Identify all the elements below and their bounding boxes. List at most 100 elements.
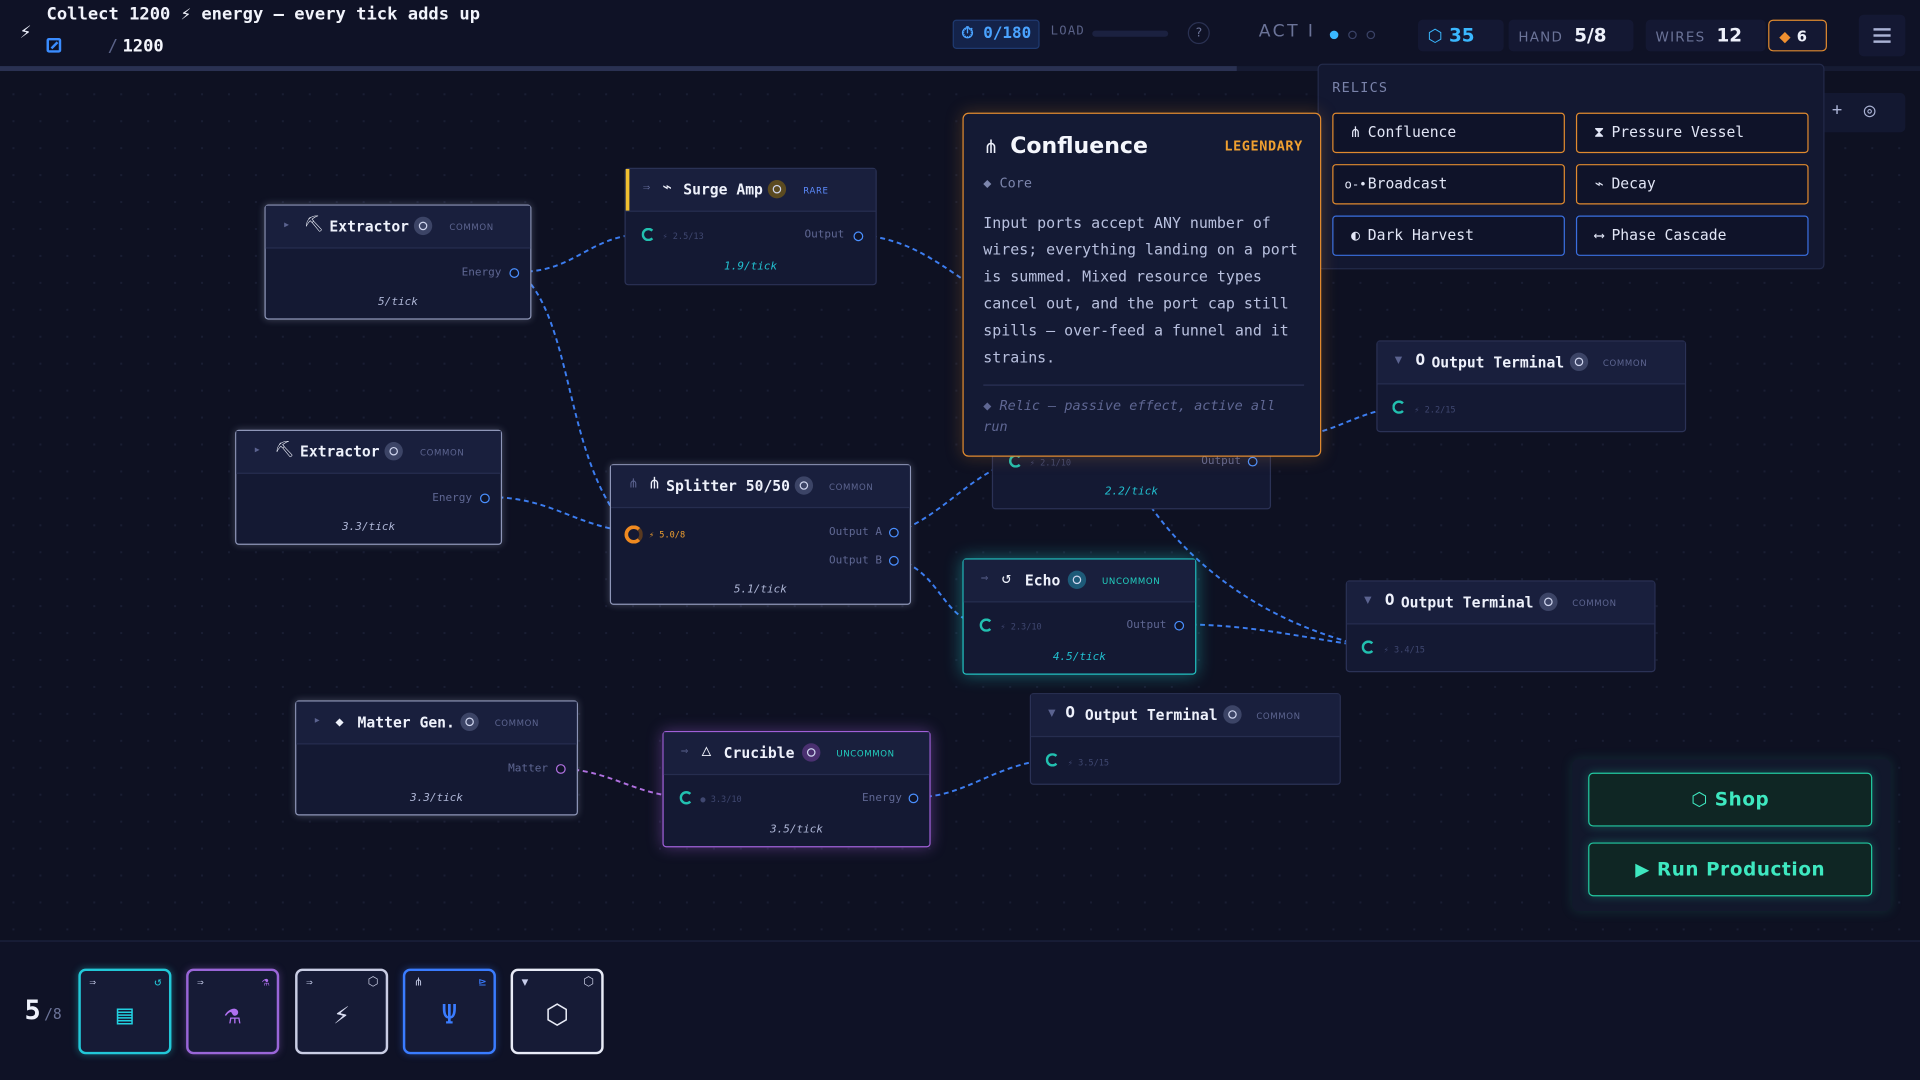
relic-dark-harvest[interactable]: ◐ Dark Harvest: [1332, 215, 1565, 256]
action-panel: ⬡ Shop ▶ Run Production: [1572, 759, 1891, 912]
output-port-a[interactable]: [888, 527, 899, 538]
relic-label: Dark Harvest: [1367, 226, 1474, 244]
input-value: ● 3.3/10: [700, 794, 742, 805]
hand-card[interactable]: ⇒ ⬡ ⚡: [295, 968, 389, 1055]
output-port-b[interactable]: [888, 555, 899, 566]
node-header[interactable]: ▼ O Output Terminal COMMON: [1031, 694, 1340, 738]
node-extractor[interactable]: ▸ ⛏ Extractor COMMON Energy 5/tick: [264, 204, 532, 320]
relic-broadcast[interactable]: o-•Broadcast: [1332, 164, 1565, 205]
output-port[interactable]: [853, 231, 864, 242]
card-badge-icon: ⬡: [367, 975, 379, 990]
node-crucible[interactable]: ⇒ △ Crucible UNCOMMON ● 3.3/10 Energy 3.…: [662, 731, 931, 848]
node-header[interactable]: ▼ O Output Terminal COMMON: [1346, 581, 1655, 625]
rarity-label: UNCOMMON: [1102, 576, 1161, 587]
hand-card[interactable]: ⇒ ⚗ ⚗: [186, 968, 280, 1055]
card-main-icon: ⚗: [224, 1000, 241, 1032]
hand-stat: HAND 5/8: [1508, 19, 1634, 52]
rarity-label: COMMON: [1602, 358, 1648, 369]
zoom-in-button[interactable]: +: [1832, 100, 1842, 120]
node-header[interactable]: ▼ O Output Terminal COMMON: [1377, 341, 1685, 385]
node-header[interactable]: ⋔ ⋔ Splitter 50/50 COMMON: [611, 465, 910, 509]
card-input-icon: ▼: [521, 977, 529, 990]
gear-icon: [384, 442, 403, 461]
hand-card[interactable]: ⋔ ⊵ Ψ: [402, 968, 496, 1055]
node-rate: 3.3/tick: [409, 792, 464, 805]
port-label: Output: [1201, 455, 1242, 468]
hand-value: 5/8: [1574, 24, 1607, 47]
relic-confluence[interactable]: ⋔ Confluence: [1332, 112, 1565, 154]
node-echo[interactable]: ⇒ ↺ Echo UNCOMMON ⚡ 2.3/10 Output 4.5/ti…: [962, 558, 1197, 675]
output-port[interactable]: [480, 493, 490, 504]
node-rate: 3.5/tick: [769, 824, 824, 837]
center-view-button[interactable]: ◎: [1864, 98, 1876, 121]
input-ring[interactable]: [624, 525, 643, 544]
node-output-terminal[interactable]: ▼ O Output Terminal COMMON ⚡ 3.4/15: [1345, 580, 1656, 673]
act-label: ACT I: [1258, 22, 1316, 42]
relic-label: Broadcast: [1367, 175, 1448, 193]
help-button[interactable]: ?: [1187, 22, 1210, 45]
run-progress-fill: [0, 66, 1237, 72]
bolt-badge-icon: [767, 180, 787, 199]
wire[interactable]: [1182, 623, 1367, 648]
card-badge-icon: ↺: [154, 975, 162, 990]
expand-arrow-icon[interactable]: ▸: [253, 443, 260, 456]
relic-decay[interactable]: ⌁ Decay: [1575, 164, 1809, 205]
wires-value: 12: [1716, 24, 1743, 47]
confluence-icon: ⋔: [983, 135, 999, 158]
tooltip-divider: [983, 384, 1305, 386]
card-badge-icon: ⚗: [262, 975, 270, 990]
node-surge-amp[interactable]: ⇒ ⌁ Surge Amp RARE ⚡ 2.5/13 Output 1.9/t…: [624, 167, 877, 286]
shop-button[interactable]: ⬡ Shop: [1588, 772, 1873, 827]
node-rate: 4.5/tick: [1052, 651, 1106, 664]
menu-button[interactable]: [1858, 14, 1906, 57]
node-title: Extractor: [300, 443, 380, 461]
relic-pressure-vessel[interactable]: ⧗ Pressure Vessel: [1575, 112, 1809, 154]
expand-arrow-icon[interactable]: ▸: [313, 714, 320, 727]
node-header[interactable]: ⇒ ↺ Echo UNCOMMON: [963, 559, 1196, 603]
node-matter-gen[interactable]: ▸ ◆ Matter Gen. COMMON Matter 3.3/tick: [295, 700, 578, 816]
output-port[interactable]: [1174, 620, 1185, 631]
tooltip-type: ◆ Core: [983, 175, 1032, 192]
wire[interactable]: [863, 234, 971, 285]
node-header[interactable]: ⇒ △ Crucible UNCOMMON: [663, 732, 930, 776]
rarity-label: COMMON: [1572, 598, 1617, 609]
hand-card[interactable]: ⇒ ↺ ▤: [78, 968, 172, 1055]
node-output-terminal[interactable]: ▼ O Output Terminal COMMON ⚡ 2.2/15: [1376, 340, 1687, 433]
diamond-icon: ◆: [335, 713, 344, 730]
node-splitter[interactable]: ⋔ ⋔ Splitter 50/50 COMMON ⚡ 5.0/8 Output…: [609, 464, 912, 605]
input-ring[interactable]: [679, 791, 694, 805]
port-label: Output A: [828, 526, 883, 539]
relic-phase-cascade[interactable]: ⟷ Phase Cascade: [1575, 215, 1809, 256]
output-port[interactable]: [908, 793, 919, 804]
expand-arrow-icon[interactable]: ▸: [283, 218, 290, 231]
node-output-terminal[interactable]: ▼ O Output Terminal COMMON ⚡ 3.5/15: [1029, 693, 1341, 785]
node-header[interactable]: ▸ ⛏ Extractor COMMON: [265, 205, 531, 249]
pickaxe-icon: ⛏: [303, 215, 324, 234]
relics-title: RELICS: [1332, 79, 1389, 96]
output-port[interactable]: [1247, 456, 1258, 467]
input-ring[interactable]: [1392, 400, 1406, 414]
node-header[interactable]: ⇒ ⌁ Surge Amp RARE: [625, 168, 876, 212]
confluence-icon: ⋔: [1349, 123, 1362, 141]
card-input-icon: ⋔: [413, 977, 424, 990]
objective-separator: /: [107, 36, 119, 57]
run-production-button[interactable]: ▶ Run Production: [1588, 842, 1873, 897]
node-extractor[interactable]: ▸ ⛏ Extractor COMMON Energy 3.3/tick: [235, 429, 503, 545]
node-header[interactable]: ▸ ◆ Matter Gen. COMMON: [296, 701, 577, 745]
node-header[interactable]: ▸ ⛏ Extractor COMMON: [236, 431, 501, 474]
hand-card[interactable]: ▼ ⬡ ⬡: [510, 968, 604, 1055]
output-port[interactable]: [555, 764, 566, 774]
output-port[interactable]: [509, 268, 520, 278]
port-label: Matter: [508, 762, 548, 776]
input-ring[interactable]: [1045, 753, 1060, 767]
echo-badge-icon: [1067, 570, 1087, 589]
input-value: ⚡ 2.3/10: [1000, 622, 1042, 632]
rarity-label: COMMON: [449, 222, 494, 233]
gear-icon: [413, 216, 433, 236]
input-ring[interactable]: [1361, 640, 1376, 654]
coins-stat: ⬡ 35: [1417, 19, 1504, 52]
tooltip-title: Confluence: [1010, 133, 1148, 160]
input-ring[interactable]: [979, 618, 994, 632]
input-arrow-icon: ▼: [1364, 593, 1372, 608]
input-ring[interactable]: [641, 227, 656, 242]
